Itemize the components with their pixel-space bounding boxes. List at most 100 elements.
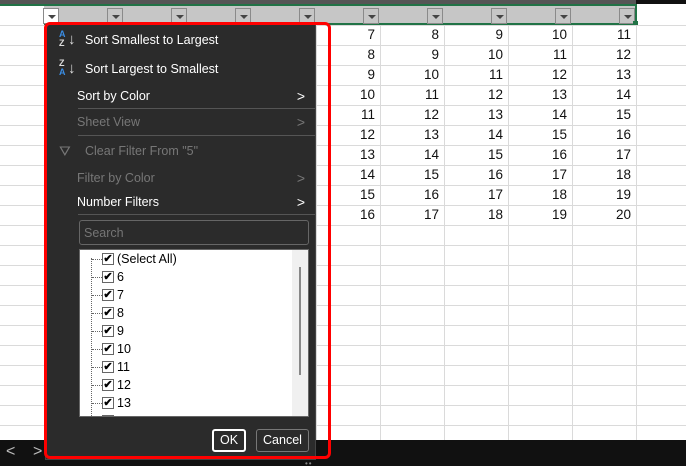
checklist-label: 12 xyxy=(117,378,131,392)
cell[interactable]: 17 xyxy=(572,145,636,165)
cell[interactable]: 16 xyxy=(508,145,572,165)
cell[interactable]: 17 xyxy=(380,205,444,225)
cell[interactable]: 10 xyxy=(508,25,572,45)
checkbox-checked-icon[interactable]: ✔ xyxy=(102,397,114,409)
checklist-label: 8 xyxy=(117,306,124,320)
cell[interactable]: 11 xyxy=(380,85,444,105)
resize-grip[interactable]: •• xyxy=(305,459,313,468)
cell[interactable]: 17 xyxy=(444,185,508,205)
cell[interactable]: 8 xyxy=(316,45,380,65)
checkbox-checked-icon[interactable]: ✔ xyxy=(102,325,114,337)
cell[interactable]: 18 xyxy=(572,165,636,185)
filter-dropdown-button[interactable] xyxy=(555,8,571,24)
checklist-label: 10 xyxy=(117,342,131,356)
chevron-right-icon: > xyxy=(296,170,305,186)
cell[interactable]: 18 xyxy=(508,185,572,205)
cell[interactable]: 15 xyxy=(316,185,380,205)
chevron-right-icon: > xyxy=(296,194,305,210)
cell[interactable]: 11 xyxy=(508,45,572,65)
cell[interactable]: 14 xyxy=(508,105,572,125)
cell[interactable]: 13 xyxy=(508,85,572,105)
cell[interactable]: 11 xyxy=(444,65,508,85)
cell[interactable]: 9 xyxy=(316,65,380,85)
scrollbar[interactable] xyxy=(292,250,308,416)
chevron-right-icon: > xyxy=(296,114,305,130)
filter-dropdown-button[interactable] xyxy=(363,8,379,24)
cell[interactable]: 12 xyxy=(572,45,636,65)
cell[interactable]: 16 xyxy=(444,165,508,185)
clear-filter-item: ⛛ Clear Filter From "5" xyxy=(46,139,315,163)
checkbox-checked-icon[interactable]: ✔ xyxy=(102,307,114,319)
cell[interactable]: 8 xyxy=(380,25,444,45)
value-checklist: ✔ (Select All) ✔ 6 ✔ 7 ✔ 8 ✔ 9 ✔ 10 ✔ 11 ✔ 12 ✔ 13 xyxy=(79,249,309,417)
checkbox-checked-icon[interactable]: ✔ xyxy=(102,343,114,355)
cell[interactable]: 12 xyxy=(380,105,444,125)
cancel-button[interactable]: Cancel xyxy=(256,429,309,452)
checklist-label: 11 xyxy=(117,360,130,374)
cell[interactable]: 9 xyxy=(380,45,444,65)
checkbox-checked-icon[interactable]: ✔ xyxy=(102,361,114,373)
sort-az-icon: A Z ↓ xyxy=(59,29,76,49)
filter-dropdown-button[interactable] xyxy=(43,8,59,24)
cell[interactable]: 14 xyxy=(572,85,636,105)
number-filters-item[interactable]: Number Filters > xyxy=(46,190,315,214)
cell[interactable]: 14 xyxy=(444,125,508,145)
filter-by-color-item: Filter by Color > xyxy=(46,166,315,190)
sort-descending-item[interactable]: Z A ↓ Sort Largest to Smallest xyxy=(46,57,315,81)
prev-sheet-button[interactable]: < xyxy=(6,443,15,461)
cell[interactable]: 16 xyxy=(316,205,380,225)
cell[interactable]: 12 xyxy=(444,85,508,105)
checkbox-checked-icon[interactable]: ✔ xyxy=(102,271,114,283)
cell[interactable]: 10 xyxy=(380,65,444,85)
cell[interactable]: 19 xyxy=(572,185,636,205)
sort-ascending-item[interactable]: A Z ↓ Sort Smallest to Largest xyxy=(46,28,315,52)
cell[interactable]: 16 xyxy=(572,125,636,145)
cell[interactable]: 20 xyxy=(572,205,636,225)
cell[interactable]: 13 xyxy=(444,105,508,125)
cell[interactable]: 13 xyxy=(316,145,380,165)
search-input[interactable] xyxy=(79,220,309,245)
checklist-label: 6 xyxy=(117,270,124,284)
next-sheet-button[interactable]: > xyxy=(33,443,42,461)
checkbox-checked-icon[interactable]: ✔ xyxy=(102,379,114,391)
cell[interactable]: 14 xyxy=(380,145,444,165)
cell[interactable]: 10 xyxy=(316,85,380,105)
ok-button[interactable]: OK xyxy=(212,429,246,452)
cell[interactable]: 15 xyxy=(444,145,508,165)
cell[interactable]: 18 xyxy=(444,205,508,225)
cell[interactable]: 17 xyxy=(508,165,572,185)
cell[interactable]: 10 xyxy=(444,45,508,65)
cell[interactable]: 7 xyxy=(316,25,380,45)
cell[interactable]: 11 xyxy=(572,25,636,45)
checklist-label: 9 xyxy=(117,324,124,338)
checkbox-checked-icon[interactable]: ✔ xyxy=(102,289,114,301)
cell[interactable]: 14 xyxy=(316,165,380,185)
cell[interactable]: 11 xyxy=(316,105,380,125)
column-line xyxy=(636,25,637,440)
sort-by-color-item[interactable]: Sort by Color > xyxy=(46,84,315,108)
filter-dropdown-button[interactable] xyxy=(171,8,187,24)
cell[interactable]: 15 xyxy=(380,165,444,185)
cell[interactable]: 13 xyxy=(380,125,444,145)
filter-dropdown-button[interactable] xyxy=(491,8,507,24)
cell[interactable]: 15 xyxy=(572,105,636,125)
filter-dropdown-button[interactable] xyxy=(299,8,315,24)
checkbox-checked-icon[interactable]: ✔ xyxy=(102,253,114,265)
scrollbar-thumb[interactable] xyxy=(299,267,301,375)
cell[interactable]: 12 xyxy=(508,65,572,85)
sort-za-icon: Z A ↓ xyxy=(59,58,76,78)
sheet-view-item: Sheet View > xyxy=(46,110,315,134)
autofilter-menu: A Z ↓ Sort Smallest to Largest Z A ↓ Sort La… xyxy=(45,24,316,460)
checklist-label: (Select All) xyxy=(117,252,177,266)
cell[interactable]: 16 xyxy=(380,185,444,205)
cell[interactable]: 15 xyxy=(508,125,572,145)
cell[interactable]: 13 xyxy=(572,65,636,85)
filter-header-row xyxy=(0,4,637,25)
cell[interactable]: 19 xyxy=(508,205,572,225)
filter-dropdown-button[interactable] xyxy=(107,8,123,24)
checklist-label: 7 xyxy=(117,288,124,302)
filter-dropdown-button[interactable] xyxy=(235,8,251,24)
cell[interactable]: 12 xyxy=(316,125,380,145)
filter-dropdown-button[interactable] xyxy=(427,8,443,24)
cell[interactable]: 9 xyxy=(444,25,508,45)
